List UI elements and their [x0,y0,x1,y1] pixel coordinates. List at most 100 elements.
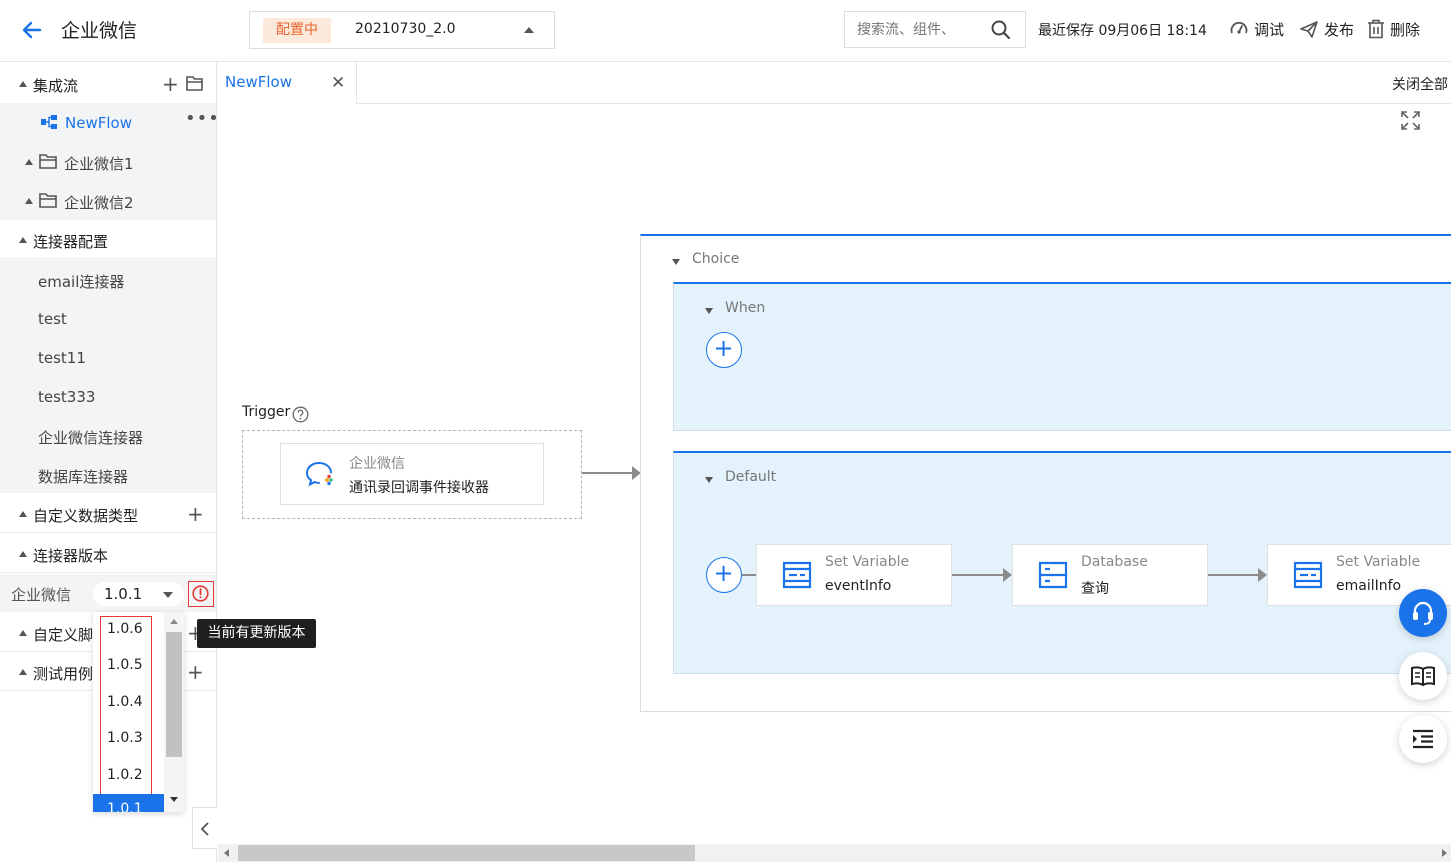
horizontal-scrollbar[interactable] [218,844,1451,862]
collapse-icon[interactable] [25,198,33,204]
scroll-down-icon[interactable] [170,797,178,802]
collapse-icon[interactable] [25,159,33,165]
debug-label: 调试 [1254,20,1285,39]
add-step-button[interactable]: + [706,332,742,368]
flow-node-database[interactable]: Database 查询 [1012,544,1208,606]
folder-item[interactable]: 企业微信1 [0,142,216,181]
connector-item[interactable]: test [38,310,67,328]
back-arrow-icon[interactable] [20,18,44,42]
connector-line [742,574,756,576]
selected-option-label: 1.0.1 [107,801,143,812]
collapse-icon[interactable] [19,630,27,636]
connector-item[interactable]: test11 [38,349,86,367]
folder-item[interactable]: 企业微信2 [0,181,216,220]
dropdown-option[interactable]: 1.0.3 [107,730,143,746]
scroll-up-icon[interactable] [170,619,178,624]
scrollbar-thumb[interactable] [166,632,182,757]
section-custom-data-type[interactable]: 自定义数据类型 + [0,494,216,533]
collapse-icon[interactable] [19,551,27,557]
node-title: Database [1081,554,1148,570]
search-icon[interactable] [990,19,1012,41]
scroll-left-icon[interactable] [224,849,229,857]
trigger-label: Trigger [242,404,291,420]
section-connector-version[interactable]: 连接器版本 [0,534,216,573]
variable-icon [782,561,812,589]
scroll-right-icon[interactable] [1442,849,1447,857]
fullscreen-icon[interactable] [1401,111,1420,130]
connector-item[interactable]: test333 [38,388,95,406]
collapse-sidebar-button[interactable] [192,807,217,849]
section-integration-flow[interactable]: 集成流 + [0,64,216,102]
docs-button[interactable] [1399,652,1447,700]
add-icon[interactable]: + [187,502,204,526]
folder-add-icon[interactable] [186,76,203,91]
dropdown-option[interactable]: 1.0.5 [107,657,143,673]
node-subtitle: 通讯录回调事件接收器 [349,480,489,496]
version-value: 20210730_2.0 [355,21,456,37]
tab-bar: NewFlow ✕ 关闭全部 [218,62,1451,104]
customer-service-button[interactable] [1399,589,1447,637]
add-step-button[interactable]: + [706,557,742,593]
scrollbar-thumb[interactable] [238,845,695,861]
node-subtitle: 查询 [1081,581,1109,597]
more-icon[interactable]: ••• [185,108,220,129]
send-icon [1300,21,1318,38]
close-all-button[interactable]: 关闭全部 [1392,74,1448,94]
collapse-icon[interactable] [19,81,27,87]
connector-item[interactable]: 数据库连接器 [38,466,128,487]
indent-list-icon [1413,729,1433,749]
collapse-icon[interactable] [705,477,713,483]
version-dropdown[interactable]: 1.0.6 1.0.5 1.0.4 1.0.3 1.0.2 1.0.1 [93,612,184,812]
connector-version-select[interactable]: 1.0.1 [93,582,184,606]
when-block[interactable] [673,282,1451,431]
gauge-icon [1230,21,1248,34]
top-bar: 企业微信 配置中 20210730_2.0 最近保存 09月06日 18:14 … [0,0,1451,62]
trash-icon [1368,19,1384,39]
version-select[interactable]: 配置中 20210730_2.0 [249,11,555,49]
search-box[interactable] [844,11,1026,48]
node-title: Set Variable [1336,554,1421,570]
caret-up-icon [524,27,534,33]
alert-icon [192,585,209,602]
connector-version-value: 1.0.1 [104,585,143,603]
collapse-icon[interactable] [19,669,27,675]
dropdown-scrollbar[interactable] [164,612,184,812]
variable-icon [1293,561,1323,589]
add-icon[interactable]: + [187,660,204,684]
node-subtitle: emailInfo [1336,578,1402,594]
delete-button[interactable]: 删除 [1367,17,1420,41]
search-input[interactable] [845,12,985,47]
arrow-head [1258,568,1267,582]
page-title: 企业微信 [61,20,138,42]
flow-item-newflow[interactable]: NewFlow ••• [0,103,219,142]
collapse-icon[interactable] [672,259,680,265]
dropdown-option[interactable]: 1.0.6 [107,621,143,637]
dropdown-option[interactable]: 1.0.2 [107,767,143,783]
flow-item-label: NewFlow [65,114,132,132]
outline-button[interactable] [1399,715,1447,763]
dropdown-option[interactable]: 1.0.4 [107,694,143,710]
section-connector-config[interactable]: 连接器配置 [0,220,216,259]
flow-node-set-variable[interactable]: Set Variable eventInfo [756,544,952,606]
section-label: 连接器配置 [33,233,109,251]
folder-label: 企业微信2 [64,194,134,212]
folder-icon [39,193,57,208]
tab-newflow[interactable]: NewFlow ✕ [218,62,357,104]
collapse-icon[interactable] [705,308,713,314]
collapse-icon[interactable] [19,237,27,243]
connector-item[interactable]: email连接器 [38,271,124,292]
collapse-icon[interactable] [19,511,27,517]
close-icon[interactable]: ✕ [331,73,345,93]
node-title: 企业微信 [349,456,405,472]
debug-button[interactable]: 调试 [1229,17,1284,41]
trigger-node[interactable]: 企业微信 通讯录回调事件接收器 [280,443,544,505]
help-icon[interactable] [292,406,309,423]
connector-version-name: 企业微信 [11,586,72,604]
update-warning-highlight[interactable] [188,581,214,607]
publish-button[interactable]: 发布 [1299,17,1354,41]
add-flow-icon[interactable]: + [162,72,179,96]
dropdown-option-selected[interactable]: 1.0.1 [93,794,164,812]
connector-line [582,472,633,474]
connector-item[interactable]: 企业微信连接器 [38,427,143,448]
flow-canvas[interactable]: Trigger 企业微信 通讯录回调事件接收器 Choice When + De… [218,104,1451,844]
